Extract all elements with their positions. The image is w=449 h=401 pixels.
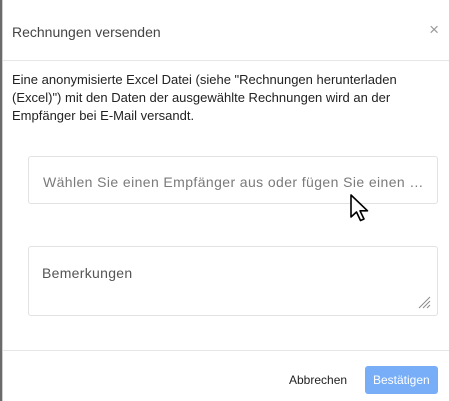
remarks-placeholder: Bemerkungen — [42, 265, 133, 281]
dialog-header: Rechnungen versenden × — [3, 0, 449, 61]
resize-handle-icon[interactable] — [417, 295, 431, 309]
recipient-select[interactable]: Wählen Sie einen Empfänger aus oder füge… — [28, 156, 438, 204]
cancel-button[interactable]: Abbrechen — [283, 366, 353, 394]
dialog-title: Rechnungen versenden — [12, 24, 161, 40]
close-icon[interactable]: × — [429, 20, 439, 40]
confirm-button[interactable]: Bestätigen — [365, 366, 438, 394]
remarks-textarea[interactable]: Bemerkungen — [28, 246, 438, 316]
mouse-cursor-icon — [350, 194, 369, 222]
recipient-placeholder: Wählen Sie einen Empfänger aus oder füge… — [43, 174, 424, 190]
send-invoices-dialog: Rechnungen versenden × Eine anonymisiert… — [2, 0, 449, 401]
dialog-footer: Abbrechen Bestätigen — [3, 350, 449, 401]
dialog-description: Eine anonymisierte Excel Datei (siehe "R… — [12, 72, 397, 123]
